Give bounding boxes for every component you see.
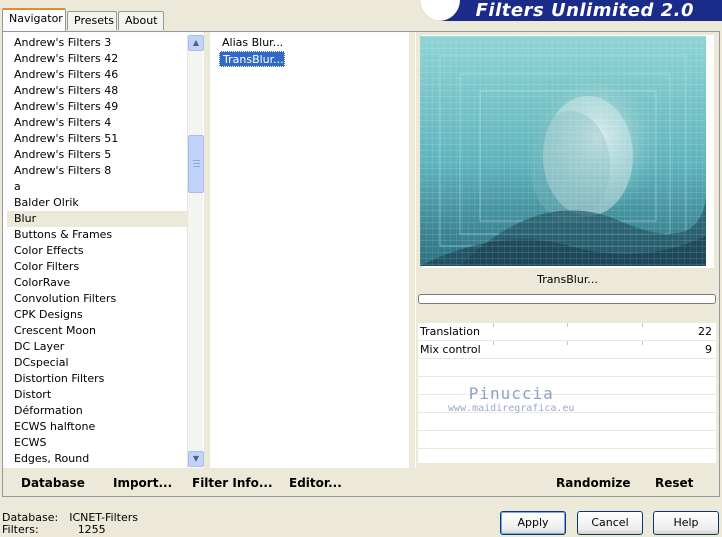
category-list[interactable]: Andrew's Filters 3 Andrew's Filters 42 And…	[7, 35, 191, 467]
toolbar: Database Import... Filter Info... Editor…	[3, 468, 719, 496]
category-item[interactable]: Andrew's Filters 48	[7, 83, 191, 99]
filter-preview-image	[420, 36, 706, 266]
param-label: Translation	[420, 325, 480, 338]
category-item[interactable]: Andrew's Filters 4	[7, 115, 191, 131]
tab-about[interactable]: About	[118, 11, 164, 30]
pane-divider[interactable]	[204, 32, 210, 496]
category-item[interactable]: ColorRave	[7, 275, 191, 291]
param-translation[interactable]: Translation 22	[418, 323, 716, 341]
category-item[interactable]: Andrew's Filters 8	[7, 163, 191, 179]
category-item[interactable]: Balder Olrik	[7, 195, 191, 211]
category-item[interactable]: Edges, Round	[7, 451, 191, 467]
param-empty-row	[418, 431, 716, 449]
filter-name-label: TransBlur...	[537, 273, 598, 286]
param-empty-row	[418, 413, 716, 431]
progress-bar	[418, 294, 716, 304]
category-item[interactable]: Blur	[7, 211, 191, 227]
reset-button[interactable]: Reset	[655, 476, 693, 490]
scroll-down-icon[interactable]: ▼	[188, 451, 204, 467]
param-empty-row	[418, 377, 716, 395]
category-item[interactable]: Distortion Filters	[7, 371, 191, 387]
app-title: Filters Unlimited 2.0	[475, 0, 694, 21]
category-item[interactable]: Andrew's Filters 51	[7, 131, 191, 147]
category-item[interactable]: Andrew's Filters 49	[7, 99, 191, 115]
category-item[interactable]: Color Effects	[7, 243, 191, 259]
category-item[interactable]: Convolution Filters	[7, 291, 191, 307]
category-item[interactable]: CPK Designs	[7, 307, 191, 323]
param-empty-row	[418, 395, 716, 413]
category-item[interactable]: Color Filters	[7, 259, 191, 275]
category-item[interactable]: Andrew's Filters 46	[7, 67, 191, 83]
category-item[interactable]: Andrew's Filters 5	[7, 147, 191, 163]
pane-divider[interactable]	[409, 32, 415, 496]
help-button[interactable]: Help	[653, 511, 719, 535]
filter-item[interactable]: Alias Blur...	[219, 35, 283, 51]
category-item[interactable]: DCspecial	[7, 355, 191, 371]
filter-item[interactable]: TransBlur...	[219, 51, 285, 67]
category-item[interactable]: Crescent Moon	[7, 323, 191, 339]
tab-presets[interactable]: Presets	[67, 11, 117, 30]
filter-list[interactable]: Alias Blur... TransBlur...	[211, 35, 409, 467]
param-mix-control[interactable]: Mix control 9	[418, 341, 716, 359]
scroll-up-icon[interactable]: ▲	[188, 35, 204, 51]
import-button[interactable]: Import...	[113, 476, 172, 490]
tab-navigator[interactable]: Navigator	[2, 8, 66, 31]
category-item[interactable]: Andrew's Filters 3	[7, 35, 191, 51]
category-item[interactable]: DC Layer	[7, 339, 191, 355]
category-item[interactable]: ECWS	[7, 435, 191, 451]
category-item[interactable]: Déformation	[7, 403, 191, 419]
param-value: 9	[705, 343, 712, 356]
filters-info: Filters: 1255	[2, 523, 106, 536]
parameter-list: Translation 22 Mix control 9	[418, 323, 716, 463]
param-value: 22	[698, 325, 712, 338]
category-item[interactable]: ECWS halftone	[7, 419, 191, 435]
category-item[interactable]: Andrew's Filters 42	[7, 51, 191, 67]
cancel-button[interactable]: Cancel	[577, 511, 643, 535]
param-empty-row	[418, 359, 716, 377]
filters-count: 1255	[77, 523, 106, 536]
title-banner: Filters Unlimited 2.0	[420, 0, 722, 21]
apply-button[interactable]: Apply	[500, 511, 566, 535]
filter-info-button[interactable]: Filter Info...	[192, 476, 273, 490]
param-label: Mix control	[420, 343, 481, 356]
category-item[interactable]: a	[7, 179, 191, 195]
category-item[interactable]: Buttons & Frames	[7, 227, 191, 243]
database-button[interactable]: Database	[21, 476, 85, 490]
scroll-thumb[interactable]	[188, 135, 204, 193]
category-scrollbar[interactable]: ▲ ▼	[187, 35, 204, 467]
filters-label: Filters:	[2, 523, 39, 536]
randomize-button[interactable]: Randomize	[556, 476, 630, 490]
editor-button[interactable]: Editor...	[289, 476, 342, 490]
category-item[interactable]: Distort	[7, 387, 191, 403]
